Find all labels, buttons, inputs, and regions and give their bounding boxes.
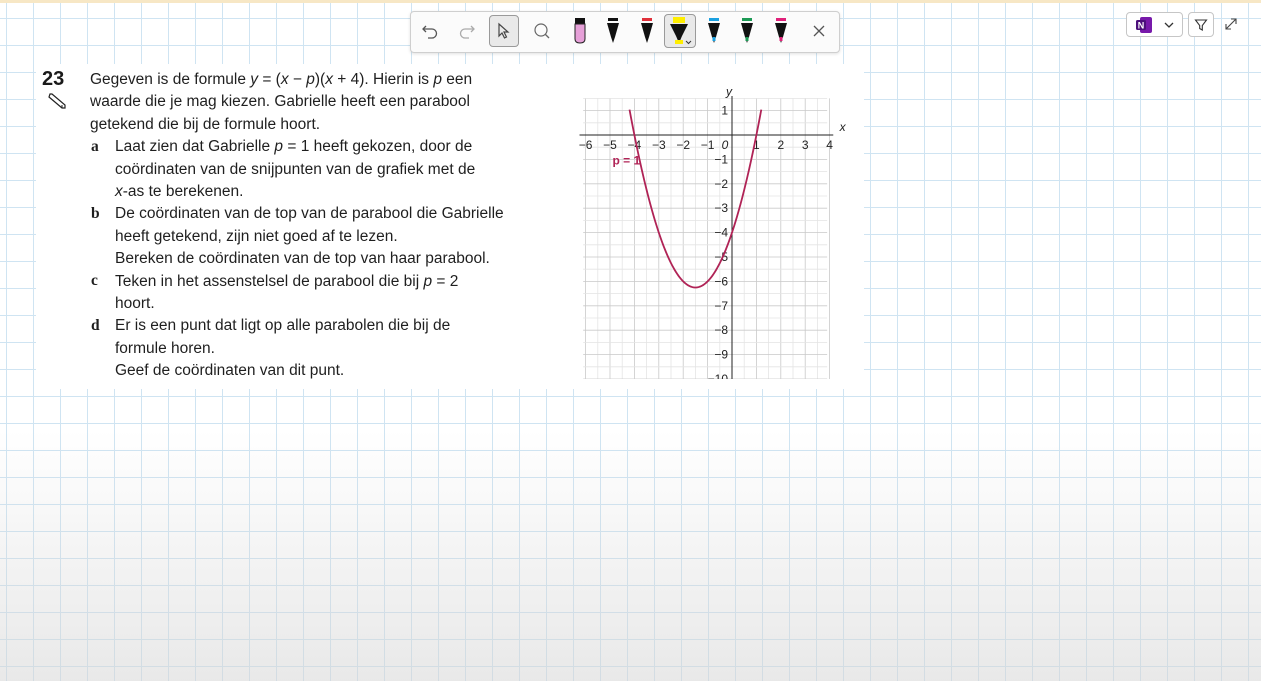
y-tick-label: −9 <box>714 348 728 362</box>
lasso-icon <box>534 23 550 39</box>
svg-text:N: N <box>1137 20 1144 30</box>
y-tick-label: 1 <box>721 104 728 118</box>
pen-green-icon <box>741 18 753 43</box>
pen-red-icon <box>641 18 653 43</box>
part-b-line: heeft getekend, zijn niet goed af te lez… <box>115 227 398 245</box>
x-tick-label: −2 <box>676 138 690 152</box>
x-tick-label: 3 <box>802 138 809 152</box>
part-c-line: Teken in het assenstelsel de parabool di… <box>115 272 459 290</box>
y-tick-label: −7 <box>714 299 728 313</box>
pen-black-icon <box>607 18 619 43</box>
pen-blue-icon <box>708 18 720 43</box>
part-label-c: c <box>91 272 98 290</box>
funnel-icon <box>1194 18 1208 31</box>
onenote-app-dropdown[interactable]: N <box>1126 12 1183 37</box>
x-tick-label: 4 <box>826 138 833 152</box>
y-axis-label: y <box>725 84 733 98</box>
question-intro-line: Gegeven is de formule y = (x − p)(x + 4)… <box>90 71 473 88</box>
y-tick-label: −10 <box>708 372 729 379</box>
part-d-line: Er is een punt dat ligt op alle parabole… <box>115 317 451 335</box>
redo-button[interactable] <box>452 15 482 47</box>
question-intro-line: getekend die bij de formule hoort. <box>90 115 321 133</box>
parabola-graph: xy−6 −5 −4 −3 −2 −1 0 1 2 3 41−1−2−3−4−5−6−7−8−9−1… <box>579 84 847 379</box>
highlighter-yellow-button[interactable] <box>664 14 696 48</box>
pencil-icon <box>48 93 66 109</box>
question-intro-line: waarde die je mag kiezen. Gabrielle heef… <box>90 93 470 111</box>
pen-pink-button[interactable] <box>565 15 595 47</box>
select-tool-button[interactable] <box>489 15 519 47</box>
filter-button[interactable] <box>1188 12 1214 37</box>
y-tick-label: −3 <box>714 201 728 215</box>
pen-magenta-button[interactable] <box>766 15 796 47</box>
x-tick-label: −3 <box>652 138 666 152</box>
y-tick-label: −2 <box>714 177 728 191</box>
pen-black-button[interactable] <box>598 15 628 47</box>
part-label-d: d <box>91 316 100 334</box>
part-label-b: b <box>91 204 100 222</box>
highlighter-yellow-icon <box>670 17 692 45</box>
series-label: p = 1 <box>612 153 640 167</box>
question-number: 23 <box>42 68 65 90</box>
part-a-line: Laat zien dat Gabrielle p = 1 heeft geko… <box>115 138 473 156</box>
pen-blue-button[interactable] <box>699 15 729 47</box>
redo-icon <box>459 25 475 39</box>
y-tick-label: −6 <box>714 274 728 288</box>
y-tick-label: −4 <box>714 226 728 240</box>
expand-icon <box>1225 18 1237 30</box>
onenote-icon: N <box>1135 16 1152 33</box>
part-a-line: coördinaten van de snijpunten van de gra… <box>115 160 476 178</box>
x-tick-label: 2 <box>777 138 784 152</box>
chevron-down-icon <box>1164 22 1173 28</box>
part-c-line: hoort. <box>115 295 155 312</box>
expand-button[interactable] <box>1222 15 1240 33</box>
y-tick-label: −8 <box>714 323 728 337</box>
x-tick-label: −5 <box>603 138 617 152</box>
top-accent-bar <box>0 0 1261 3</box>
pen-magenta-icon <box>775 18 787 43</box>
part-label-a: a <box>91 137 99 155</box>
part-d-line: Geef de coördinaten van dit punt. <box>115 362 345 380</box>
ink-toolbar <box>410 11 840 53</box>
x-tick-label: 0 <box>722 138 729 152</box>
close-icon <box>813 25 825 37</box>
pen-pink-icon <box>574 18 586 44</box>
part-b-line: De coördinaten van de top van de paraboo… <box>115 205 504 223</box>
lasso-tool-button[interactable] <box>527 15 557 47</box>
pen-green-button[interactable] <box>732 15 762 47</box>
x-axis-label: x <box>839 120 847 134</box>
close-toolbar-button[interactable] <box>804 15 834 47</box>
undo-button[interactable] <box>415 15 445 47</box>
pen-red-button[interactable] <box>632 15 662 47</box>
x-tick-label: −6 <box>579 138 593 152</box>
select-icon <box>498 22 510 39</box>
undo-icon <box>422 25 438 39</box>
x-tick-label: −1 <box>701 138 715 152</box>
part-d-line: formule horen. <box>115 339 215 357</box>
part-a-line: x-as te berekenen. <box>115 183 244 200</box>
y-tick-label: −1 <box>714 152 728 166</box>
part-b-line: Bereken de coördinaten van de top van ha… <box>115 250 490 268</box>
